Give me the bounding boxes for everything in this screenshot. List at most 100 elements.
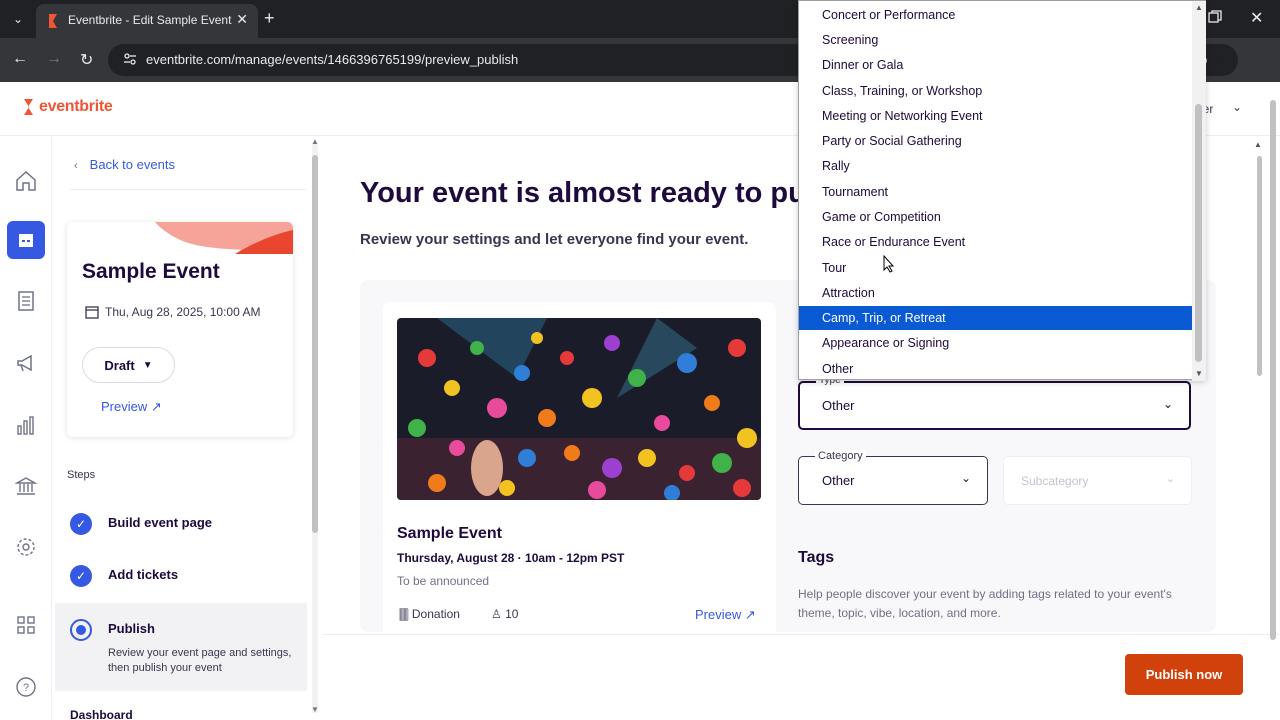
calendar-icon[interactable]	[14, 228, 38, 252]
dropdown-option-highlighted[interactable]: Camp, Trip, or Retreat	[799, 306, 1192, 330]
dropdown-option[interactable]: Game or Competition	[799, 205, 1192, 229]
status-label: Draft	[104, 357, 135, 373]
step-description: Review your event page and settings, the…	[108, 647, 292, 674]
category-label: Category	[815, 450, 866, 462]
new-tab-icon[interactable]: +	[264, 8, 275, 29]
type-dropdown-list[interactable]: Concert or Performance Screening Dinner …	[798, 0, 1206, 381]
tags-heading: Tags	[798, 549, 835, 566]
dropdown-option[interactable]: Concert or Performance	[799, 3, 1192, 27]
scroll-down-icon[interactable]: ▼	[1195, 369, 1203, 378]
scrollbar-thumb[interactable]	[1195, 104, 1202, 362]
preview-event-datetime: Thursday, August 28 · 10am - 12pm PST	[397, 551, 625, 565]
external-link-icon: ↗	[150, 399, 162, 414]
ticket-icon: 🀫	[399, 607, 412, 621]
card-decoration	[155, 222, 293, 254]
dropdown-option[interactable]: Rally	[799, 154, 1192, 178]
scroll-up-icon[interactable]: ▲	[1195, 3, 1203, 12]
bank-icon[interactable]	[14, 474, 38, 498]
scroll-up-icon[interactable]: ▲	[1254, 140, 1262, 149]
dropdown-scrollbar[interactable]: ▲ ▼	[1192, 1, 1206, 381]
eventbrite-favicon-icon	[49, 14, 57, 28]
close-tab-icon[interactable]: ✕	[236, 11, 248, 28]
category-value: Other	[822, 473, 855, 488]
preview-label: Preview	[101, 399, 148, 414]
back-arrow-icon[interactable]: ←	[12, 50, 28, 68]
help-icon[interactable]: ?	[14, 675, 38, 699]
browser-tab[interactable]: Eventbrite - Edit Sample Event ✕	[36, 4, 258, 38]
step-label: Add tickets	[108, 567, 179, 582]
event-title: Sample Event	[82, 260, 220, 283]
megaphone-icon[interactable]	[14, 351, 38, 375]
publish-now-button[interactable]: Publish now	[1125, 654, 1243, 695]
event-date: Thu, Aug 28, 2025, 10:00 AM	[85, 305, 260, 319]
event-date-text: Thu, Aug 28, 2025, 10:00 AM	[105, 305, 261, 319]
page-title: Your event is almost ready to publish	[360, 177, 800, 209]
site-info-icon[interactable]	[122, 51, 138, 67]
dropdown-option[interactable]: Tour	[799, 256, 1192, 280]
dashboard-link[interactable]: Dashboard	[70, 708, 133, 720]
divider	[70, 189, 306, 190]
tab-title: Eventbrite - Edit Sample Event	[68, 13, 232, 27]
gear-icon[interactable]	[14, 535, 38, 559]
person-icon: ♙	[491, 607, 506, 621]
icon-rail: ?	[0, 137, 52, 720]
chevron-down-icon[interactable]: ⌄	[1232, 100, 1242, 114]
radio-active-icon	[70, 619, 92, 641]
event-side-panel: ‹ Back to events Sample Event Thu, Aug 28…	[52, 137, 322, 720]
dropdown-option[interactable]: Party or Social Gathering	[799, 129, 1192, 153]
forward-arrow-icon[interactable]: →	[46, 50, 62, 68]
url-text: eventbrite.com/manage/events/14663967651…	[146, 52, 519, 67]
preview-event-location: To be announced	[397, 574, 490, 588]
check-icon: ✓	[70, 565, 92, 587]
calendar-small-icon	[85, 306, 99, 319]
side-scrollbar[interactable]	[312, 143, 318, 713]
scrollbar-thumb[interactable]	[1257, 156, 1262, 376]
dropdown-option[interactable]: Other	[799, 357, 1192, 381]
main-scrollbar[interactable]: ▲	[1254, 140, 1264, 640]
chevron-down-icon: ⌄	[1162, 397, 1173, 411]
step-build-event-page[interactable]: ✓ Build event page	[70, 513, 212, 535]
external-link-icon: ↗	[744, 607, 756, 622]
card-preview-link[interactable]: Preview ↗	[695, 607, 756, 623]
back-to-events-link[interactable]: ‹ Back to events	[74, 157, 175, 172]
chevron-down-icon: ⌄	[1165, 473, 1175, 485]
category-select[interactable]: Category Other ⌄	[798, 450, 988, 505]
scroll-up-icon[interactable]: ▲	[311, 137, 319, 146]
capacity: ♙ 10	[491, 607, 518, 621]
reload-icon[interactable]: ↻	[80, 50, 93, 70]
home-icon[interactable]	[14, 169, 38, 193]
page-scrollbar[interactable]	[1268, 90, 1278, 650]
chevron-down-icon: ▼	[142, 359, 153, 371]
apps-grid-icon[interactable]	[14, 613, 38, 637]
capacity-value: 10	[505, 607, 519, 621]
dropdown-option[interactable]: Attraction	[799, 281, 1192, 305]
orders-list-icon[interactable]	[14, 289, 38, 313]
preview-event-title: Sample Event	[397, 525, 502, 542]
dropdown-option[interactable]: Appearance or Signing	[799, 331, 1192, 355]
subcategory-select[interactable]: Subcategory ⌄	[1003, 456, 1192, 505]
step-label: Build event page	[108, 515, 213, 530]
type-select[interactable]: Type Other ⌄	[798, 375, 1191, 430]
tab-search-icon[interactable]: ⌄	[6, 7, 30, 31]
svg-text:?: ?	[23, 682, 29, 694]
sidebar-preview-link[interactable]: Preview ↗	[101, 399, 162, 415]
scrollbar-thumb[interactable]	[312, 155, 318, 533]
event-summary-card: Sample Event Thu, Aug 28, 2025, 10:00 AM…	[67, 222, 293, 437]
eventbrite-logo[interactable]: eventbrite	[22, 98, 113, 116]
subcategory-placeholder: Subcategory	[1021, 474, 1089, 488]
scroll-down-icon[interactable]: ▼	[311, 705, 319, 714]
scrollbar-thumb[interactable]	[1270, 100, 1276, 640]
dropdown-option[interactable]: Race or Endurance Event	[799, 230, 1192, 254]
dropdown-option[interactable]: Dinner or Gala	[799, 53, 1192, 77]
dropdown-option[interactable]: Screening	[799, 28, 1192, 52]
dropdown-option[interactable]: Tournament	[799, 180, 1192, 204]
status-dropdown-button[interactable]: Draft ▼	[82, 347, 175, 383]
bar-chart-icon[interactable]	[14, 413, 38, 437]
dropdown-option[interactable]: Meeting or Networking Event	[799, 104, 1192, 128]
close-window-icon[interactable]: ✕	[1250, 8, 1263, 28]
restore-window-icon[interactable]	[1208, 10, 1222, 24]
step-add-tickets[interactable]: ✓ Add tickets	[70, 565, 178, 587]
step-publish[interactable]: Publish	[70, 619, 155, 641]
dropdown-option[interactable]: Class, Training, or Workshop	[799, 79, 1192, 103]
chevron-down-icon: ⌄	[960, 471, 971, 485]
